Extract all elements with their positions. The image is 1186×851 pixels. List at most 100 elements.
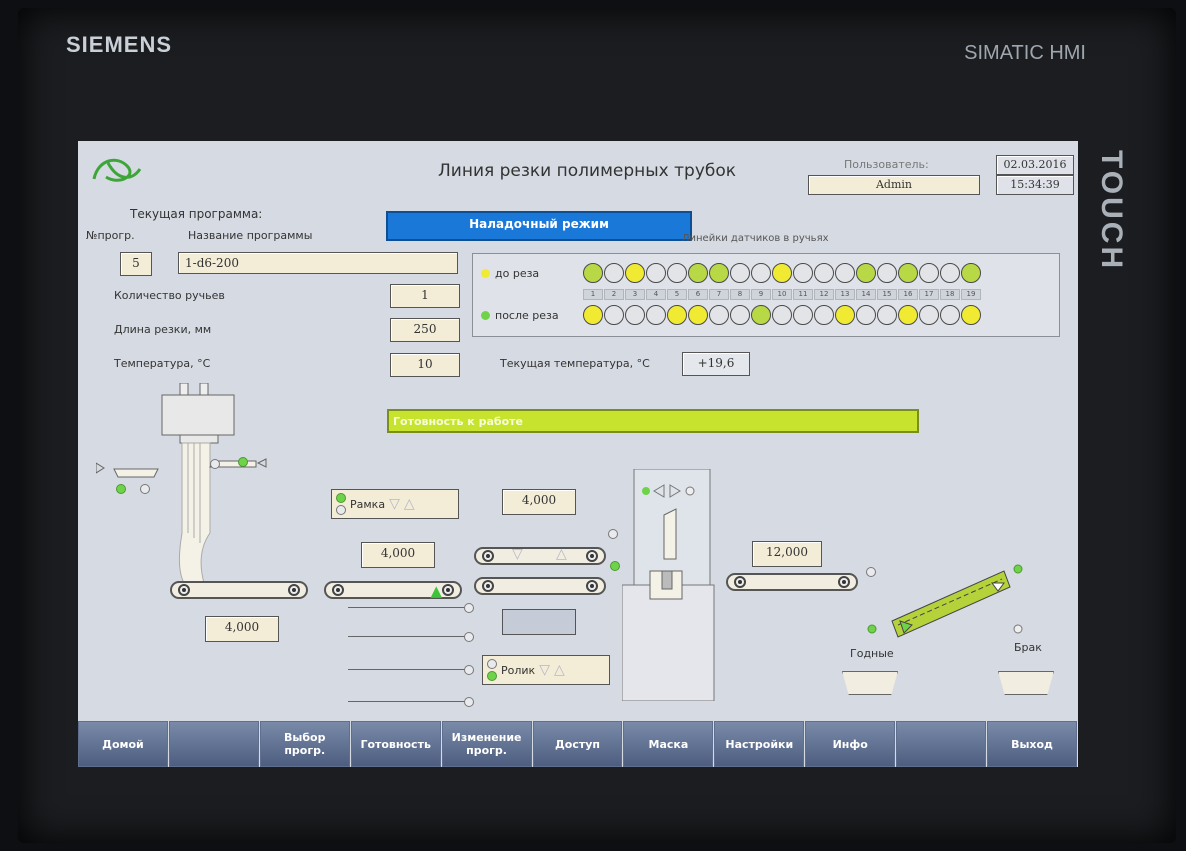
after-cut-legend: после реза [481, 309, 559, 322]
sensor-indicator [772, 263, 792, 283]
sensor-indicator [898, 263, 918, 283]
sensor-number-row: 1 2 3 4 5 6 7 8 9 10 11 12 13 14 15 16 17 18 19 [583, 289, 981, 300]
puller-lower-belt[interactable] [474, 577, 606, 595]
frame-control[interactable]: Рамка ▽ △ [331, 489, 459, 519]
sensor-dot [610, 561, 620, 571]
puller-upper-belt[interactable]: ▽ △ [474, 546, 606, 565]
roller-control[interactable]: Ролик ▽ △ [482, 655, 610, 685]
toolbar-button-10[interactable]: Выход [987, 721, 1077, 767]
program-number-field[interactable]: 5 [120, 252, 152, 276]
sensor-indicator [877, 263, 897, 283]
roller-icon [586, 580, 598, 592]
frame-label: Рамка [350, 497, 386, 511]
sensor-indicator [646, 305, 666, 325]
streams-field[interactable]: 1 [390, 284, 460, 308]
puller-gap-field[interactable] [502, 609, 576, 635]
arrow-down-icon: ▽ [512, 546, 523, 562]
toolbar-button-7[interactable]: Настройки [714, 721, 805, 767]
sensor-line [348, 607, 466, 608]
toolbar-button-9[interactable] [896, 721, 987, 767]
user-field[interactable]: Admin [808, 175, 980, 195]
sensor-indicator [604, 305, 624, 325]
arrow-up-icon[interactable]: △ [554, 662, 565, 678]
sensor-indicator [919, 263, 939, 283]
sensor-number: 3 [625, 289, 645, 300]
after-cut-label: после реза [495, 309, 559, 322]
sensor-indicator [814, 263, 834, 283]
good-label: Годные [850, 647, 894, 660]
streams-label: Количество ручьев [114, 289, 225, 302]
conveyor-1-speed-field[interactable]: 4,000 [205, 616, 279, 642]
sensor-indicator [814, 305, 834, 325]
sensor-indicator [856, 263, 876, 283]
touch-label: TOUCH [1095, 150, 1128, 272]
ready-status-banner: Готовность к работе [387, 409, 919, 433]
toolbar-button-6[interactable]: Маска [623, 721, 714, 767]
sensor-dot [116, 484, 126, 494]
sensor-indicator [688, 263, 708, 283]
roller-icon [332, 584, 344, 596]
sensor-number: 17 [919, 289, 939, 300]
sorting-gate-graphic [867, 564, 1023, 638]
toolbar-button-5[interactable]: Доступ [532, 721, 623, 767]
sensor-number: 19 [961, 289, 981, 300]
sensor-indicator [583, 263, 603, 283]
siemens-logo: SIEMENS [66, 32, 173, 57]
toolbar-button-1[interactable] [168, 721, 259, 767]
before-cut-label: до реза [495, 267, 540, 280]
mode-banner: Наладочный режим [386, 211, 692, 241]
yellow-dot-icon [481, 269, 490, 278]
puller-speed-field[interactable]: 4,000 [502, 489, 576, 515]
sensor-line [348, 636, 466, 637]
toolbar-button-0[interactable]: Домой [78, 721, 168, 767]
toolbar-button-4[interactable]: Изменение прогр. [441, 721, 532, 767]
sensor-number: 16 [898, 289, 918, 300]
cut-length-field[interactable]: 250 [390, 318, 460, 342]
sensor-indicator [625, 305, 645, 325]
program-number-label: №прогр. [86, 229, 135, 242]
sensor-indicator [856, 305, 876, 325]
arrow-down-icon[interactable]: ▽ [539, 662, 550, 678]
sensor-dot [464, 632, 474, 642]
toolbar-button-3[interactable]: Готовность [350, 721, 441, 767]
sensor-panel: до реза после реза 1 2 3 4 5 6 7 8 9 10 11 12 13 14 15… [472, 253, 1060, 337]
reject-label: Брак [1014, 641, 1042, 654]
sensor-dot [608, 529, 618, 539]
output-speed-field[interactable]: 12,000 [752, 541, 822, 567]
company-logo-icon [92, 158, 142, 182]
sensor-indicator [667, 305, 687, 325]
sensor-dot [210, 459, 220, 469]
sensor-number: 15 [877, 289, 897, 300]
conveyor-1[interactable] [170, 581, 308, 599]
sensors-title: Линейки датчиков в ручьях [682, 233, 829, 244]
sensor-line [348, 701, 466, 702]
arrow-down-icon[interactable]: ▽ [389, 496, 400, 512]
user-label: Пользователь: [844, 158, 929, 171]
roller-icon [734, 576, 746, 588]
roller-label: Ролик [501, 663, 536, 677]
sensor-indicator [709, 305, 729, 325]
sensor-dot [464, 697, 474, 707]
toolbar-button-2[interactable]: Выбор прогр. [259, 721, 350, 767]
temperature-field[interactable]: 10 [390, 353, 460, 377]
sensor-number: 9 [751, 289, 771, 300]
sensor-indicator [919, 305, 939, 325]
sensor-indicator [625, 263, 645, 283]
sensor-indicator [877, 305, 897, 325]
arrow-up-icon[interactable]: △ [404, 496, 415, 512]
roller-icon [586, 550, 598, 562]
run-arrow-icon: ▲ [430, 582, 442, 600]
toolbar-button-8[interactable]: Инфо [805, 721, 896, 767]
program-name-field[interactable]: 1-d6-200 [178, 252, 458, 274]
conveyor-2-speed-field[interactable]: 4,000 [361, 542, 435, 568]
conveyor-2[interactable]: ▲ [324, 581, 462, 600]
sensor-dot [336, 505, 346, 515]
sensor-number: 4 [646, 289, 666, 300]
sensor-dot [464, 665, 474, 675]
output-conveyor[interactable] [726, 573, 858, 591]
current-temperature-label: Текущая температура, °С [500, 357, 650, 370]
sensor-indicator [940, 305, 960, 325]
sensor-number: 12 [814, 289, 834, 300]
sensor-indicator [793, 263, 813, 283]
sensor-indicator [667, 263, 687, 283]
